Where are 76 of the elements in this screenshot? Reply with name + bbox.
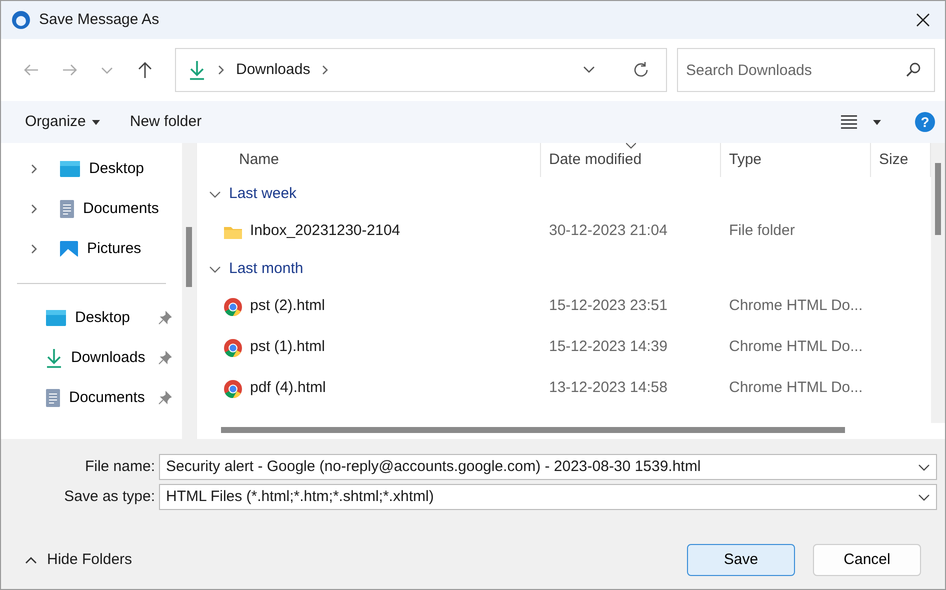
search-icon — [905, 62, 921, 78]
file-date: 15-12-2023 23:51 — [548, 296, 668, 316]
close-icon — [916, 13, 930, 27]
sidebar-item-label: Pictures — [87, 238, 142, 259]
column-header[interactable]: Type — [721, 143, 871, 177]
desktop-icon — [59, 160, 81, 178]
search-field[interactable]: Search Downloads — [677, 48, 935, 92]
sidebar-item[interactable]: Documents — [1, 378, 182, 418]
browser-icon — [223, 378, 243, 398]
browser-icon — [223, 296, 243, 316]
help-button[interactable]: ? — [915, 112, 935, 132]
chevron-right-icon — [29, 243, 39, 255]
sidebar-item[interactable]: Downloads — [1, 338, 182, 378]
file-date: 13-12-2023 14:58 — [548, 378, 668, 398]
sidebar-item-label: Desktop — [89, 158, 144, 179]
chevron-up-icon — [25, 556, 37, 564]
file-name[interactable]: pst (1).html — [250, 336, 326, 359]
file-name[interactable]: pdf (4).html — [250, 377, 326, 400]
download-icon — [45, 348, 63, 368]
download-icon — [188, 60, 206, 80]
file-date: 30-12-2023 21:04 — [548, 221, 668, 242]
file-type: Chrome HTML Do... — [728, 337, 863, 358]
refresh-icon[interactable] — [632, 61, 650, 79]
scrollbar-thumb[interactable] — [186, 227, 192, 287]
window-title: Save Message As — [39, 10, 160, 30]
new-folder-button[interactable]: New folder — [120, 106, 212, 138]
field-label: File name: — [84, 456, 156, 477]
column-header[interactable]: Date modified — [541, 143, 721, 177]
scrollbar-thumb[interactable] — [221, 427, 845, 433]
file-type: Chrome HTML Do... — [728, 378, 863, 398]
sidebar-item[interactable]: Pictures — [1, 229, 182, 269]
column-header[interactable]: Name — [197, 143, 541, 177]
field-label: Save as type: — [63, 486, 156, 507]
document-icon — [45, 388, 61, 408]
file-type: File folder — [728, 221, 795, 242]
organize-menu[interactable]: Organize — [15, 106, 110, 138]
chevron-right-icon — [29, 163, 39, 175]
sidebar-item[interactable]: Documents — [1, 189, 182, 229]
file-type-dropdown[interactable]: HTML Files (*.html;*.htm;*.shtml;*.xhtml) — [159, 484, 937, 510]
sidebar-item-label: Desktop — [75, 308, 132, 328]
pin-icon — [158, 351, 172, 365]
sidebar-item-label: Downloads — [71, 348, 146, 368]
list-view-icon — [841, 115, 857, 129]
address-bar[interactable]: Downloads — [175, 48, 667, 92]
chevron-right-icon — [216, 64, 226, 76]
document-icon — [59, 199, 75, 219]
chevron-right-icon — [29, 203, 39, 215]
caret-icon — [92, 120, 100, 124]
group-header[interactable]: Last week — [197, 177, 303, 211]
file-name[interactable]: pst (2).html — [250, 295, 326, 318]
chevron-right-icon — [320, 64, 330, 76]
sidebar-item-label: Documents — [83, 198, 159, 219]
sort-icon — [626, 143, 636, 149]
sidebar-item[interactable]: Desktop — [1, 298, 182, 338]
browser-icon — [223, 338, 243, 358]
file-type: Chrome HTML Do... — [728, 296, 863, 316]
breadcrumb-item[interactable]: Downloads — [236, 58, 310, 82]
scrollbar-thumb[interactable] — [935, 163, 941, 235]
cancel-button[interactable]: Cancel — [813, 544, 921, 576]
group-header[interactable]: Last month — [197, 252, 310, 286]
desktop-icon — [45, 309, 67, 327]
sidebar-item-label: Documents — [69, 388, 146, 408]
arrow-right-icon — [60, 62, 78, 78]
caret-icon — [873, 120, 881, 124]
file-name[interactable]: Inbox_20231230-2104 — [250, 220, 400, 243]
arrow-up-icon — [137, 61, 153, 79]
sidebar-item[interactable]: Desktop — [1, 149, 182, 189]
save-button[interactable]: Save — [687, 544, 795, 576]
hide-folders-button[interactable]: Hide Folders — [15, 544, 142, 576]
app-icon — [11, 10, 31, 30]
picture-icon — [59, 240, 79, 258]
file-date: 15-12-2023 14:39 — [548, 337, 668, 358]
file-name-field[interactable]: Security alert - Google (no-reply@accounts.google.com) - 2023-08-30 1539.html — [159, 454, 937, 480]
arrow-left-icon — [22, 62, 40, 78]
pin-icon — [158, 391, 172, 405]
pin-icon — [158, 311, 172, 325]
